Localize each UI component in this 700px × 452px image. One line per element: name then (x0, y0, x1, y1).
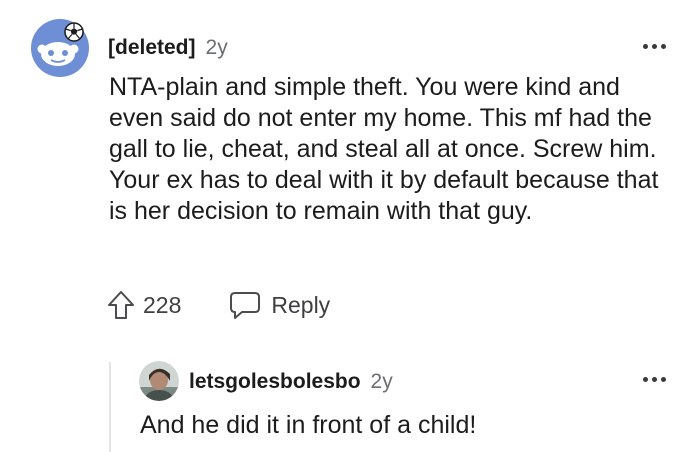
comment-actions: 228 Reply (107, 290, 330, 320)
reply-button[interactable]: Reply (229, 290, 330, 320)
reply-label: Reply (271, 291, 331, 318)
reply-username[interactable]: letsgolesbolesbo (189, 370, 361, 394)
comment-thread: [deleted] 2y NTA-plain and simple theft.… (0, 0, 700, 452)
dot (652, 377, 657, 382)
user-photo-avatar-icon[interactable] (139, 361, 179, 401)
comment-meta: [deleted] 2y (108, 36, 228, 60)
dot (643, 377, 648, 382)
upvote-arrow-icon (108, 291, 134, 319)
upvote-button[interactable]: 228 (107, 290, 181, 320)
snoo-avatar-icon[interactable] (30, 18, 90, 78)
upvote-count: 228 (143, 291, 182, 318)
dot (652, 44, 657, 49)
more-options-icon[interactable] (643, 44, 666, 49)
comment-username[interactable]: [deleted] (108, 36, 196, 60)
comment-age: 2y (205, 36, 228, 59)
more-options-icon[interactable] (643, 377, 666, 382)
reply-body: And he did it in front of a child! (140, 411, 477, 439)
thread-line[interactable] (109, 362, 111, 452)
dot (661, 377, 666, 382)
reply-meta: letsgolesbolesbo 2y (189, 370, 393, 394)
dot (643, 44, 648, 49)
dot (661, 44, 666, 49)
comment-body: NTA-plain and simple theft. You were kin… (109, 73, 659, 225)
reply-age: 2y (370, 370, 393, 393)
speech-bubble-icon (230, 292, 261, 319)
